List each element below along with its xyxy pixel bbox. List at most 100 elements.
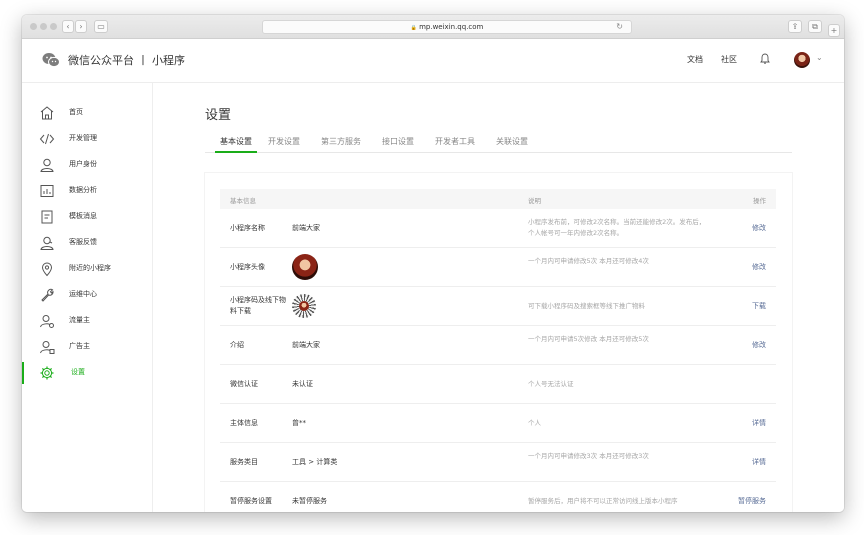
sidebar-item-settings[interactable]: 设置 <box>22 362 153 384</box>
pause-service-link[interactable]: 暂停服务 <box>738 496 766 506</box>
address-url: mp.weixin.qq.com <box>419 23 484 31</box>
row-desc: 小程序发布前，可修改2次名称。当前还能修改2次。发布后，个人帐号可一年内修改2次… <box>528 218 706 237</box>
table-row: 小程序名称 前端大家 小程序发布前，可修改2次名称。当前还能修改2次。发布后，个… <box>220 209 776 248</box>
browser-titlebar: ‹ › ▭ 🔒 mp.weixin.qq.com ↻ ⇪ ⧉ + <box>22 15 844 39</box>
user-money-icon <box>40 315 54 328</box>
entity-details-link[interactable]: 详情 <box>752 418 766 428</box>
row-desc: 可下载小程序码及搜索框等线下推广物料 <box>528 302 645 310</box>
user-ad-icon <box>40 341 55 354</box>
sidebar-item-label: 客服反馈 <box>69 238 97 246</box>
table-row: 介绍 前端大家 一个月内可申请5次修改 本月还可修改5次 修改 <box>220 326 776 365</box>
platform-brand[interactable]: 微信公众平台 丨 小程序 <box>68 52 185 68</box>
tab-basic-settings[interactable]: 基本设置 <box>215 136 257 153</box>
download-code-link[interactable]: 下载 <box>752 301 766 311</box>
row-name: 介绍 <box>230 341 244 349</box>
row-desc: 一个月内可申请修改5次 本月还可修改4次 <box>528 257 649 265</box>
row-value: 曾** <box>292 419 306 427</box>
settings-tabs: 基本设置 开发设置 第三方服务 接口设置 开发者工具 关联设置 <box>205 136 792 153</box>
sidebar-item-user-identity[interactable]: 用户身份 <box>22 154 153 176</box>
sidebar-item-home[interactable]: 首页 <box>22 102 153 124</box>
header-op: 操作 <box>753 197 766 205</box>
bell-icon[interactable] <box>760 53 770 65</box>
tab-dev-settings[interactable]: 开发设置 <box>268 136 300 153</box>
user-icon <box>40 158 54 172</box>
sidebar-item-nearby[interactable]: 附近的小程序 <box>22 258 153 280</box>
table-row: 服务类目 工具 > 计算类 一个月内可申请修改3次 本月还可修改3次 详情 <box>220 443 776 482</box>
row-name: 小程序码及线下物料下载 <box>230 296 286 315</box>
sidebar-toggle-icon[interactable]: ▭ <box>94 20 108 33</box>
table-row: 主体信息 曾** 个人 详情 <box>220 404 776 443</box>
row-value: 前端大家 <box>292 341 320 349</box>
back-button[interactable]: ‹ <box>62 20 74 33</box>
row-name: 服务类目 <box>230 458 258 466</box>
avatar[interactable] <box>794 52 810 68</box>
row-desc: 一个月内可申请修改3次 本月还可修改3次 <box>528 452 649 460</box>
chart-icon <box>40 185 54 197</box>
chevron-down-icon[interactable]: ⌄ <box>816 53 823 62</box>
sidebar-item-dev-management[interactable]: 开发管理 <box>22 128 153 150</box>
sidebar-item-label: 模板消息 <box>69 212 97 220</box>
sidebar-item-label: 运维中心 <box>69 290 97 298</box>
sidebar-item-label: 首页 <box>69 108 83 116</box>
new-tab-button[interactable]: + <box>828 24 840 37</box>
gear-icon <box>40 366 54 380</box>
sidebar-item-traffic-master[interactable]: 流量主 <box>22 310 153 332</box>
main-content: 设置 基本设置 开发设置 第三方服务 接口设置 开发者工具 关联设置 基本信息 … <box>153 83 844 512</box>
row-name: 暂停服务设置 <box>230 497 272 505</box>
share-icon[interactable]: ⇪ <box>788 20 802 33</box>
avatar <box>292 254 318 280</box>
header-info: 基本信息 <box>230 197 256 205</box>
zoom-window-button[interactable] <box>50 23 57 30</box>
row-value: 前端大家 <box>292 224 320 232</box>
address-bar[interactable]: 🔒 mp.weixin.qq.com ↻ <box>262 20 632 34</box>
home-icon <box>40 106 54 120</box>
edit-avatar-link[interactable]: 修改 <box>752 262 766 272</box>
row-desc: 个人号无法认证 <box>528 380 574 388</box>
table-row: 暂停服务设置 未暂停服务 暂停服务后，用户将不可以正常访问线上版本小程序 暂停服… <box>220 482 776 512</box>
sidebar-item-advertiser[interactable]: 广告主 <box>22 336 153 358</box>
docs-link[interactable]: 文档 <box>687 54 703 65</box>
sidebar-item-label: 流量主 <box>69 316 90 324</box>
tab-linked-settings[interactable]: 关联设置 <box>496 136 528 153</box>
tabs-icon[interactable]: ⧉ <box>808 20 822 33</box>
tab-dev-tools[interactable]: 开发者工具 <box>435 136 475 153</box>
row-name: 主体信息 <box>230 419 258 427</box>
sidebar-item-label: 广告主 <box>69 342 90 350</box>
sidebar-item-template-message[interactable]: 模板消息 <box>22 206 153 228</box>
browser-window: ‹ › ▭ 🔒 mp.weixin.qq.com ↻ ⇪ ⧉ + 微信公众平台 … <box>22 15 844 512</box>
edit-name-link[interactable]: 修改 <box>752 223 766 233</box>
sidebar-item-label: 开发管理 <box>69 134 97 142</box>
row-name: 小程序名称 <box>230 224 265 232</box>
header-desc: 说明 <box>528 197 541 205</box>
lock-icon: 🔒 <box>410 25 417 31</box>
sidebar-item-operations[interactable]: 运维中心 <box>22 284 153 306</box>
edit-intro-link[interactable]: 修改 <box>752 340 766 350</box>
sidebar-item-customer-service[interactable]: 客服反馈 <box>22 232 153 254</box>
wechat-logo-icon <box>42 53 60 68</box>
table-row: 微信认证 未认证 个人号无法认证 <box>220 365 776 404</box>
row-desc: 暂停服务后，用户将不可以正常访问线上版本小程序 <box>528 497 678 505</box>
table-row: 小程序头像 一个月内可申请修改5次 本月还可修改4次 修改 <box>220 248 776 287</box>
minimize-window-button[interactable] <box>40 23 47 30</box>
close-window-button[interactable] <box>30 23 37 30</box>
document-icon <box>41 210 53 224</box>
row-name: 微信认证 <box>230 380 258 388</box>
support-icon <box>40 236 54 250</box>
forward-button[interactable]: › <box>75 20 87 33</box>
row-value: 未暂停服务 <box>292 497 327 505</box>
row-name: 小程序头像 <box>230 263 265 271</box>
sidebar-item-label: 附近的小程序 <box>69 264 111 272</box>
tab-third-party[interactable]: 第三方服务 <box>321 136 361 153</box>
sidebar-item-label: 用户身份 <box>69 160 97 168</box>
category-details-link[interactable]: 详情 <box>752 457 766 467</box>
table-header: 基本信息 说明 操作 <box>220 189 776 209</box>
code-icon <box>39 133 55 145</box>
reload-icon[interactable]: ↻ <box>616 21 623 33</box>
community-link[interactable]: 社区 <box>721 54 737 65</box>
row-value: 工具 > 计算类 <box>292 458 338 466</box>
sidebar-item-data-analysis[interactable]: 数据分析 <box>22 180 153 202</box>
wrench-icon <box>41 288 54 302</box>
row-value: 未认证 <box>292 380 313 388</box>
sidebar-item-label: 设置 <box>71 368 85 376</box>
tab-api-settings[interactable]: 接口设置 <box>382 136 414 153</box>
